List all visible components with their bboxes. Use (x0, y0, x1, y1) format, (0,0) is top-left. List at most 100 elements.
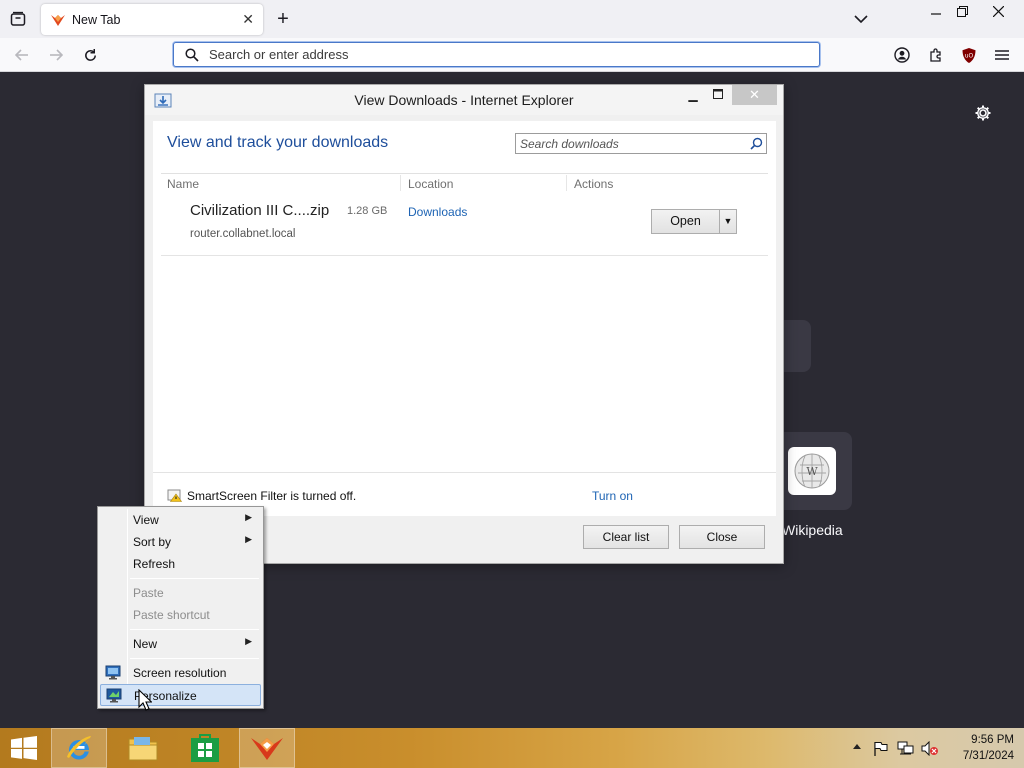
menu-separator (130, 629, 259, 630)
dialog-minimize-button[interactable]: ▁ (682, 88, 704, 106)
menu-item-sort-by[interactable]: Sort by ▶ (100, 531, 261, 553)
smartscreen-status: SmartScreen Filter is turned off. (187, 489, 357, 503)
search-icon (185, 47, 199, 62)
mouse-cursor-icon (138, 689, 152, 711)
ublock-origin-button[interactable]: uO (958, 44, 980, 66)
store-icon (191, 734, 219, 762)
search-downloads-field[interactable] (515, 133, 767, 154)
downloads-column-headers: Name Location Actions (161, 173, 768, 193)
arrow-left-icon (15, 49, 28, 61)
list-all-tabs-button[interactable] (850, 8, 872, 30)
svg-text:uO: uO (965, 52, 974, 59)
forward-button[interactable] (45, 44, 67, 66)
close-button[interactable]: Close (679, 525, 765, 549)
smartscreen-turn-on-link[interactable]: Turn on (592, 489, 633, 503)
firefox-view-icon (10, 11, 26, 26)
column-name[interactable]: Name (167, 177, 199, 191)
back-button[interactable] (11, 44, 33, 66)
menu-item-label: View (133, 513, 159, 527)
gear-icon[interactable] (974, 104, 992, 122)
top-site-wikipedia-label: Wikipedia (782, 522, 843, 538)
menu-separator (130, 658, 259, 659)
download-location-link[interactable]: Downloads (408, 205, 467, 219)
clock-date: 7/31/2024 (962, 750, 1014, 762)
desktop-context-menu: View ▶ Sort by ▶ Refresh Paste Paste sho… (97, 506, 264, 709)
address-bar[interactable] (173, 42, 820, 67)
internet-explorer-icon (67, 736, 91, 760)
menu-item-view[interactable]: View ▶ (100, 509, 261, 531)
address-input[interactable] (209, 47, 799, 62)
download-file-name: Civilization III C....zip (190, 202, 330, 219)
column-divider (400, 175, 401, 191)
app-menu-button[interactable] (991, 44, 1013, 66)
open-button[interactable]: Open (651, 209, 720, 234)
taskbar-file-explorer[interactable] (115, 728, 171, 768)
download-file-size: 1.28 GB (347, 205, 388, 217)
menu-separator (130, 578, 259, 579)
reload-button[interactable] (79, 44, 101, 66)
clear-list-button[interactable]: Clear list (583, 525, 669, 549)
tab-title: New Tab (72, 12, 121, 27)
download-row[interactable]: Civilization III C....zip 1.28 GB router… (161, 193, 768, 256)
new-tab-button[interactable]: + (272, 8, 294, 30)
speaker-muted-icon (921, 740, 938, 757)
tab-close-icon[interactable]: ✕ (242, 11, 254, 28)
taskbar-firefox[interactable] (239, 728, 295, 768)
smartscreen-warning-icon (167, 489, 183, 502)
menu-item-refresh[interactable]: Refresh (100, 553, 261, 575)
column-actions: Actions (574, 177, 614, 191)
navigation-toolbar: uO (0, 38, 1024, 72)
action-center-button[interactable] (873, 741, 889, 759)
submenu-arrow-icon: ▶ (245, 636, 252, 646)
menu-item-screen-resolution[interactable]: Screen resolution (100, 662, 261, 684)
download-source: router.collabnet.local (190, 228, 296, 240)
downloads-heading: View and track your downloads (167, 134, 389, 151)
menu-item-label: Paste shortcut (133, 608, 210, 622)
downloads-panel: View and track your downloads Name Locat… (153, 121, 776, 516)
svg-text:W: W (806, 465, 818, 478)
reload-icon (84, 48, 96, 61)
menu-item-paste-shortcut: Paste shortcut (100, 604, 261, 626)
menu-item-label: Refresh (133, 557, 176, 571)
screen-resolution-icon (105, 665, 121, 680)
account-icon (894, 47, 910, 63)
minimize-icon (931, 13, 941, 15)
taskbar-clock[interactable]: 9:56 PM 7/31/2024 (946, 732, 1014, 764)
menu-item-personalize[interactable]: Personalize (100, 684, 261, 706)
tab-new-tab[interactable]: New Tab ✕ (41, 4, 263, 35)
menu-item-label: Paste (133, 586, 164, 600)
network-button[interactable] (897, 741, 915, 759)
extensions-button[interactable] (925, 44, 947, 66)
column-location[interactable]: Location (408, 177, 453, 191)
volume-button[interactable] (921, 740, 939, 759)
dialog-maximize-button[interactable] (707, 88, 729, 106)
dialog-title-bar[interactable]: View Downloads - Internet Explorer ▁ ✕ (145, 85, 783, 115)
open-options-dropdown[interactable]: ▼ (719, 209, 737, 234)
window-minimize-button[interactable] (924, 0, 948, 22)
start-button[interactable] (0, 728, 48, 768)
dialog-close-x-button[interactable]: ✕ (732, 85, 777, 105)
search-downloads-input[interactable] (520, 136, 746, 151)
taskbar-internet-explorer[interactable] (51, 728, 107, 768)
network-icon (897, 741, 914, 755)
window-restore-button[interactable] (950, 0, 974, 22)
menu-item-label: Sort by (133, 535, 172, 549)
firefox-view-button[interactable] (7, 8, 29, 30)
show-hidden-icons-button[interactable] (852, 741, 862, 753)
puzzle-icon (930, 48, 941, 62)
tab-strip: New Tab ✕ + (0, 0, 1024, 38)
file-explorer-icon (128, 737, 158, 761)
windows-logo-icon (11, 736, 37, 760)
search-icon[interactable] (750, 137, 763, 150)
wikipedia-globe-icon: W (788, 447, 836, 495)
menu-item-label: Screen resolution (133, 666, 227, 680)
window-close-button[interactable] (976, 0, 1020, 22)
top-site-tile[interactable] (783, 320, 811, 372)
taskbar-store[interactable] (177, 728, 233, 768)
arrow-right-icon (50, 49, 63, 61)
menu-item-paste: Paste (100, 582, 261, 604)
view-downloads-dialog: View Downloads - Internet Explorer ▁ ✕ V… (144, 84, 784, 564)
menu-item-new[interactable]: New ▶ (100, 633, 261, 655)
account-button[interactable] (891, 44, 913, 66)
clock-time: 9:56 PM (971, 734, 1014, 746)
